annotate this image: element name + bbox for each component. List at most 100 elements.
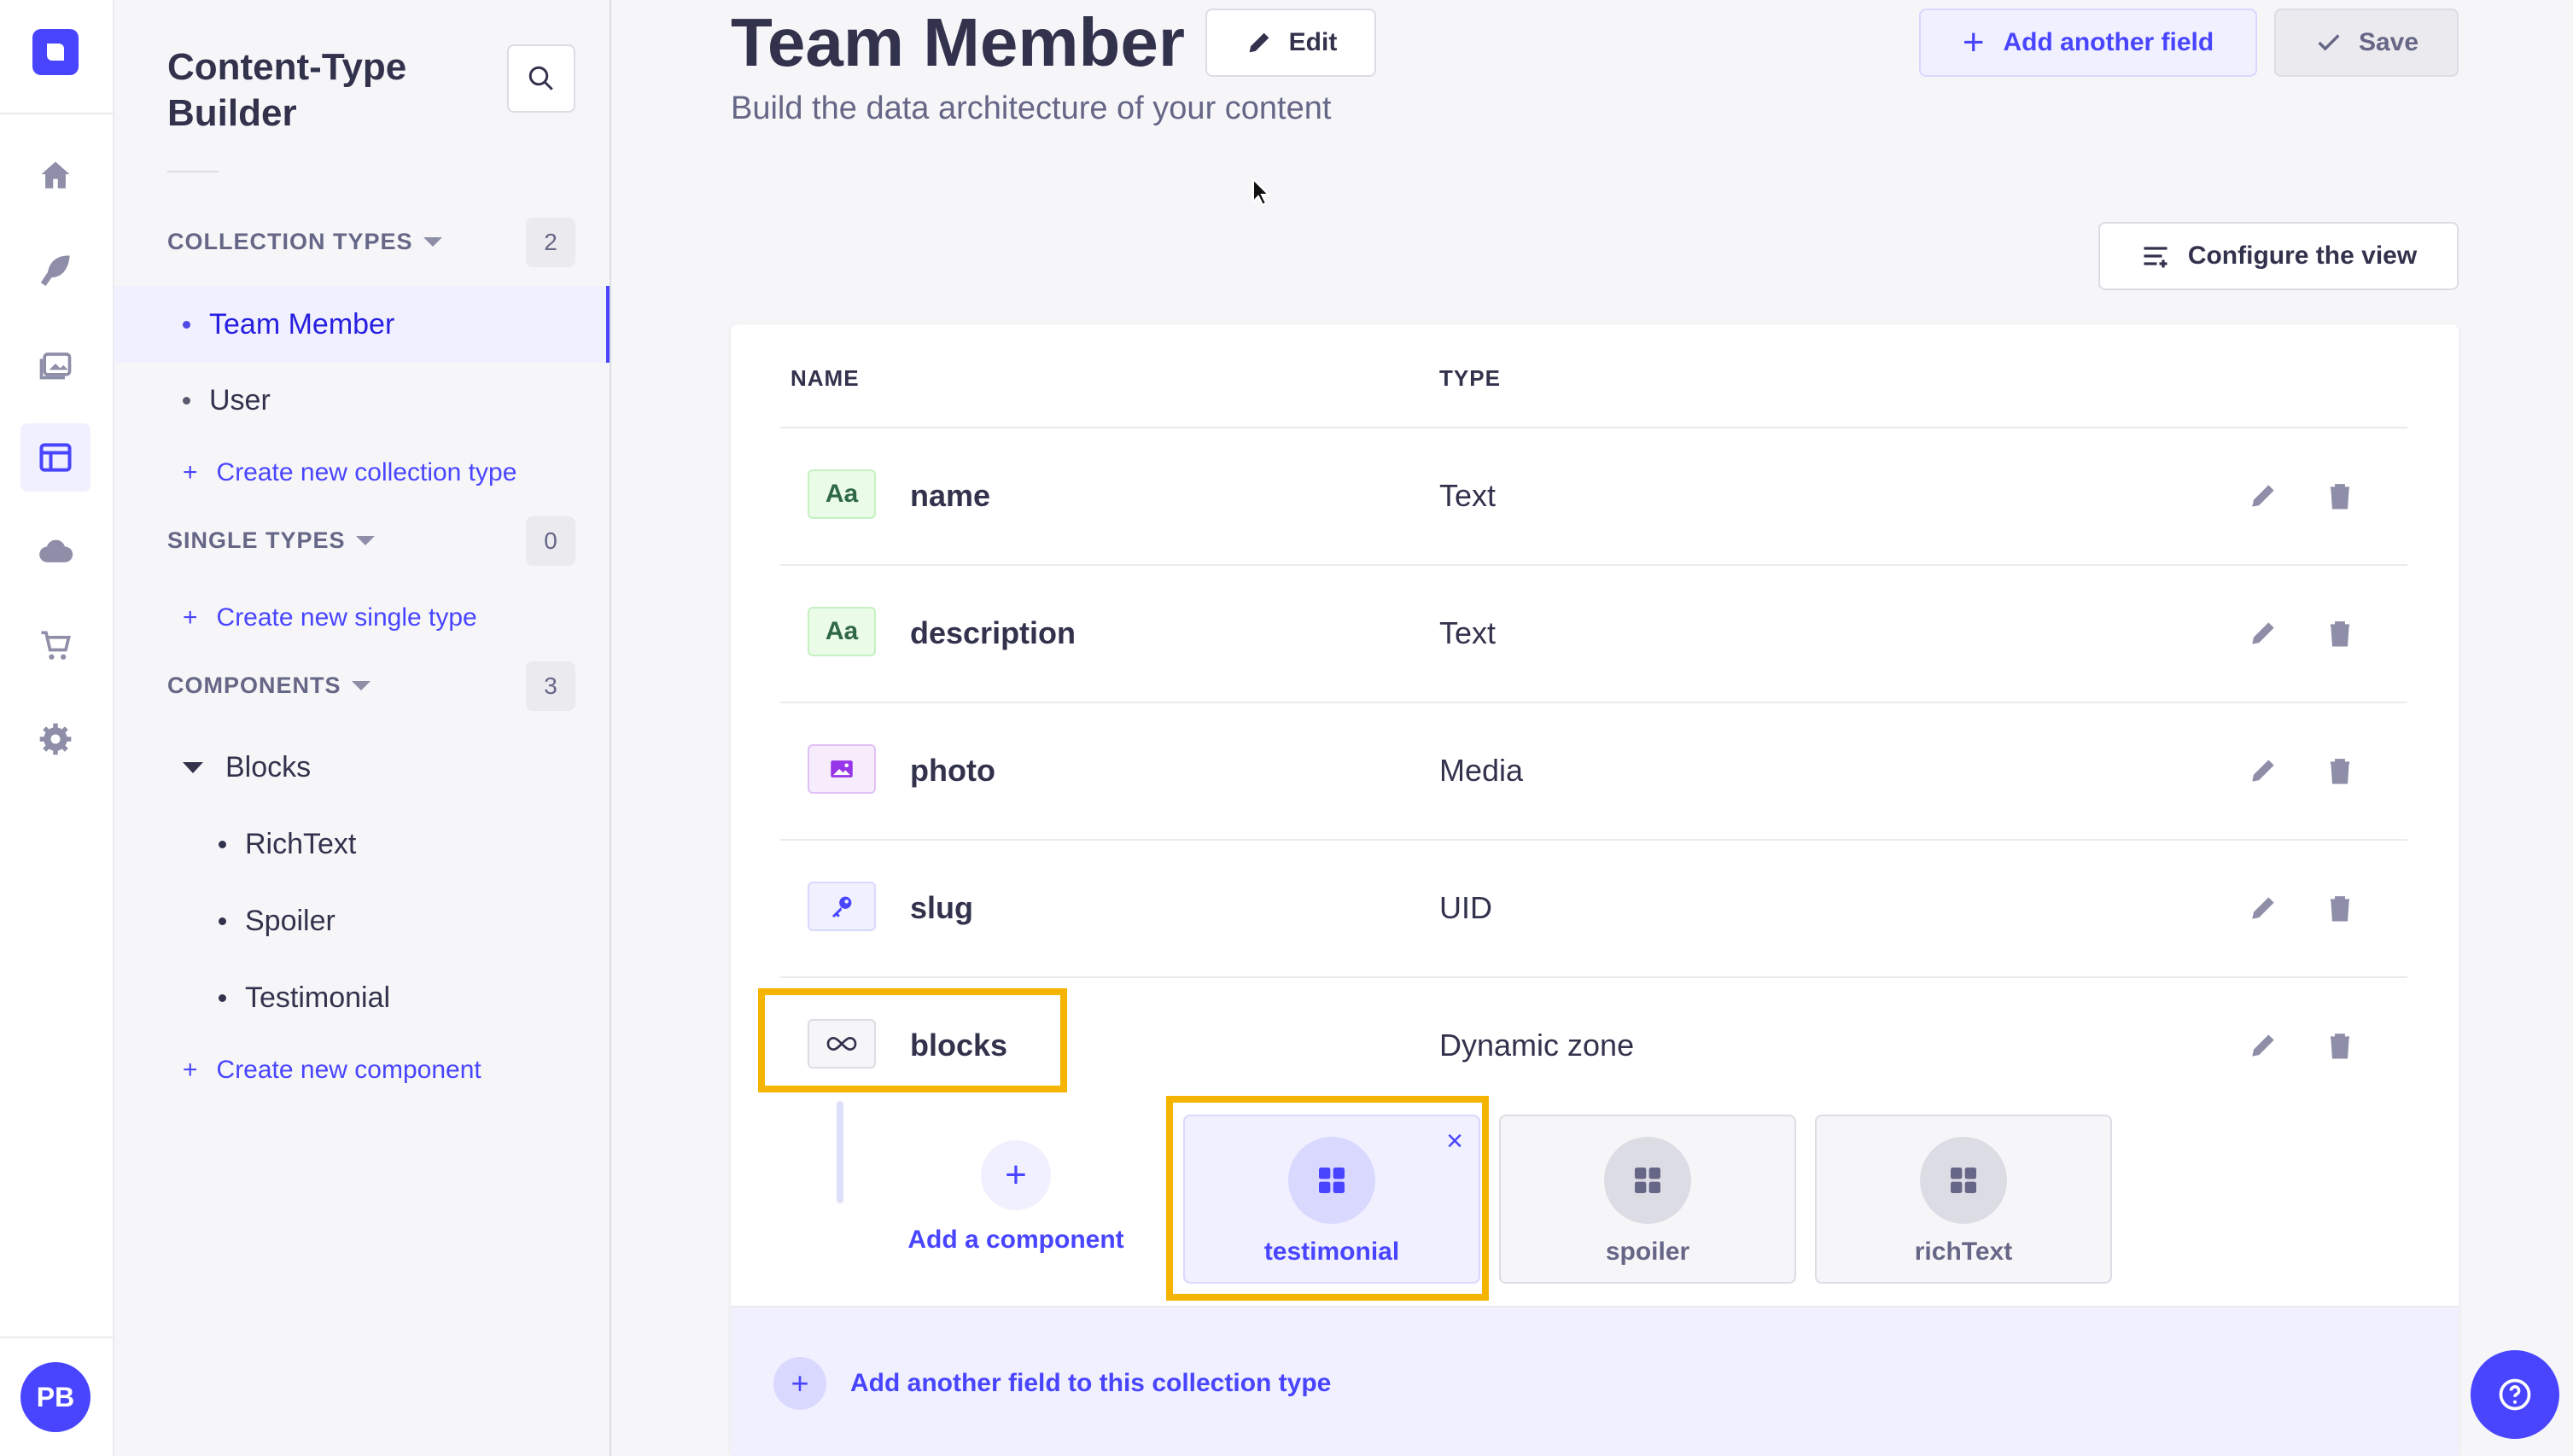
- component-card-richtext[interactable]: richText: [1815, 1115, 2112, 1284]
- section-components[interactable]: COMPONENTS: [167, 673, 370, 699]
- trash-icon[interactable]: [2324, 617, 2356, 649]
- caret-down-icon: [355, 536, 375, 545]
- pencil-icon[interactable]: [2247, 892, 2279, 924]
- caret-down-icon: [351, 681, 370, 690]
- table-row[interactable]: slug UID: [780, 839, 2407, 976]
- content-type-subnav: Content-Type Builder COLLECTION TYPES 2 …: [114, 0, 611, 1456]
- button-label: Add another field: [2003, 28, 2214, 56]
- list-settings-icon: [2144, 247, 2168, 268]
- group-label: Blocks: [225, 751, 312, 783]
- button-label: Save: [2358, 28, 2419, 56]
- component-label: Testimonial: [245, 981, 391, 1014]
- check-icon: [2318, 34, 2340, 51]
- save-button[interactable]: Save: [2274, 9, 2459, 77]
- component-label: richText: [1914, 1238, 2013, 1266]
- text-icon: Aa: [808, 469, 876, 519]
- pencil-icon[interactable]: [2247, 480, 2279, 512]
- column-header-type: TYPE: [1439, 365, 1501, 391]
- bullet: [219, 841, 226, 848]
- search-button[interactable]: [507, 44, 575, 113]
- component-card-spoiler[interactable]: spoiler: [1499, 1115, 1796, 1284]
- table-row[interactable]: Aa name Text: [780, 427, 2407, 563]
- footer-label: Add another field to this collection typ…: [850, 1369, 1332, 1397]
- section-label: COMPONENTS: [167, 673, 341, 698]
- cloud-icon[interactable]: [20, 517, 90, 585]
- trash-icon[interactable]: [2324, 480, 2356, 512]
- configure-view-button[interactable]: Configure the view: [2098, 222, 2459, 290]
- create-single-type-link[interactable]: + Create new single type: [183, 603, 477, 632]
- bullet: [219, 917, 226, 925]
- create-collection-type-link[interactable]: + Create new collection type: [183, 458, 516, 487]
- trash-icon[interactable]: [2324, 1029, 2356, 1062]
- field-name: photo: [910, 753, 995, 788]
- component-group-blocks[interactable]: Blocks: [183, 751, 311, 784]
- logo-icon[interactable]: [32, 29, 79, 75]
- create-component-link[interactable]: + Create new component: [183, 1056, 481, 1085]
- key-icon: [808, 882, 876, 931]
- main-nav-rail: PB: [0, 0, 114, 1456]
- count-badge: 2: [526, 218, 575, 267]
- plus-icon: +: [183, 458, 198, 486]
- field-name: slug: [910, 890, 974, 925]
- count-badge: 0: [526, 516, 575, 566]
- field-type: Text: [1439, 478, 1497, 513]
- button-label: Configure the view: [2187, 242, 2418, 270]
- plus-icon: +: [183, 603, 198, 632]
- table-row[interactable]: Aa description Text: [780, 564, 2407, 701]
- link-label: Create new collection type: [216, 458, 517, 486]
- trash-icon[interactable]: [2324, 892, 2356, 924]
- column-header-name: NAME: [791, 365, 860, 391]
- field-type: UID: [1439, 890, 1492, 925]
- edit-button[interactable]: Edit: [1205, 9, 1376, 77]
- table-row[interactable]: photo Media: [780, 702, 2407, 838]
- pencil-icon[interactable]: [2247, 1029, 2279, 1062]
- pencil-icon: [1249, 32, 1269, 53]
- media-icon: [808, 744, 876, 794]
- section-collection-types[interactable]: COLLECTION TYPES: [167, 229, 442, 255]
- highlight-box: [1166, 1096, 1489, 1301]
- field-type: Dynamic zone: [1439, 1028, 1635, 1063]
- media-library-icon[interactable]: [20, 329, 90, 398]
- component-label: spoiler: [1605, 1238, 1690, 1266]
- link-label: Create new component: [216, 1056, 481, 1084]
- field-name: description: [910, 615, 1076, 650]
- content-type-builder-icon[interactable]: [20, 423, 90, 492]
- cart-icon[interactable]: [20, 611, 90, 679]
- feather-icon[interactable]: [20, 236, 90, 304]
- grid-icon: [1604, 1137, 1691, 1224]
- plus-icon: +: [1962, 21, 1985, 63]
- search-icon: [528, 66, 553, 90]
- nav-item-team-member[interactable]: Team Member: [114, 286, 610, 363]
- link-label: Create new single type: [216, 603, 477, 632]
- nav-item-label: User: [209, 384, 271, 416]
- bullet: [183, 397, 190, 405]
- caret-down-icon: [423, 237, 442, 247]
- edit-label: Edit: [1288, 28, 1338, 56]
- section-label: SINGLE TYPES: [167, 527, 346, 553]
- settings-icon[interactable]: [20, 705, 90, 773]
- add-another-field-button[interactable]: + Add another field: [1919, 9, 2257, 77]
- home-icon[interactable]: [20, 142, 90, 210]
- help-button[interactable]: [2471, 1350, 2559, 1439]
- component-label: Spoiler: [245, 905, 335, 937]
- component-item-testimonial[interactable]: Testimonial: [219, 981, 390, 1015]
- plus-icon: +: [183, 1056, 198, 1084]
- dynamic-zone-connector: [837, 1101, 843, 1203]
- pencil-icon[interactable]: [2247, 617, 2279, 649]
- add-field-footer[interactable]: + Add another field to this collection t…: [731, 1306, 2459, 1456]
- nav-item-user[interactable]: User: [183, 384, 271, 417]
- mouse-cursor-icon: [1252, 178, 1271, 207]
- field-type: Media: [1439, 753, 1524, 788]
- component-item-richtext[interactable]: RichText: [219, 828, 356, 861]
- bullet: [219, 994, 226, 1002]
- component-label: RichText: [245, 828, 357, 860]
- trash-icon[interactable]: [2324, 754, 2356, 787]
- component-item-spoiler[interactable]: Spoiler: [219, 905, 335, 938]
- avatar[interactable]: PB: [20, 1362, 90, 1432]
- add-component-button[interactable]: + Add a component: [905, 1140, 1127, 1255]
- bullet: [183, 320, 190, 329]
- pencil-icon[interactable]: [2247, 754, 2279, 787]
- section-single-types[interactable]: SINGLE TYPES: [167, 527, 375, 554]
- count-badge: 3: [526, 661, 575, 711]
- section-label: COLLECTION TYPES: [167, 229, 413, 254]
